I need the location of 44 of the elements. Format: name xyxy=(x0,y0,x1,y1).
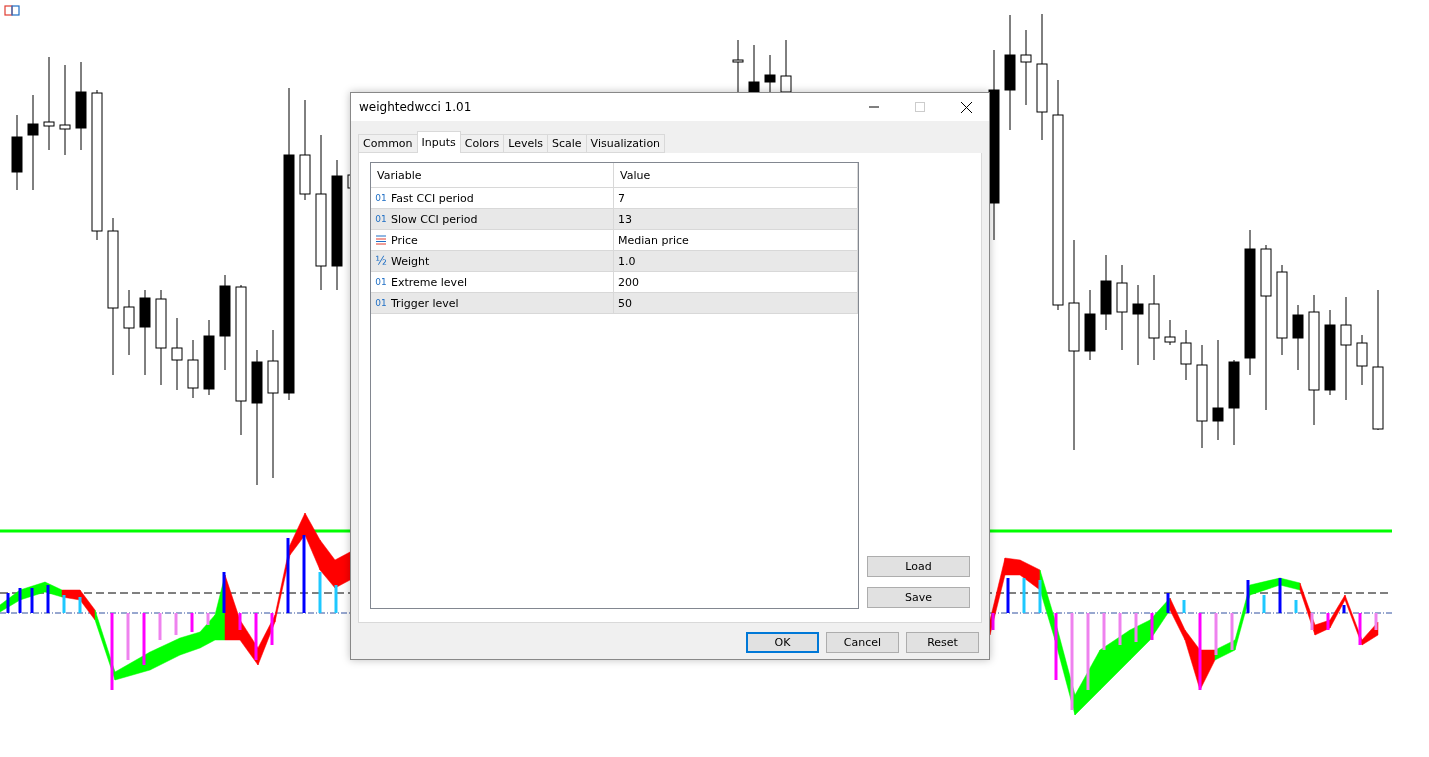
type-icon: ½ xyxy=(375,254,387,268)
variable-cell: Extreme level xyxy=(391,275,467,289)
dialog-button[interactable]: OK xyxy=(746,632,819,653)
candlestick xyxy=(187,339,199,399)
candlestick xyxy=(1164,319,1176,346)
side-button[interactable]: Load xyxy=(867,556,970,577)
candlestick xyxy=(123,289,135,356)
value-cell[interactable]: 1.0 xyxy=(618,254,636,268)
type-icon: 01 xyxy=(375,193,387,203)
type-icon: 01 xyxy=(375,298,387,308)
value-cell[interactable]: 200 xyxy=(618,275,639,289)
value-cell[interactable]: 7 xyxy=(618,191,625,205)
candlestick xyxy=(1180,329,1192,381)
window-title: weightedwcci 1.01 xyxy=(359,100,473,114)
column-header: Variable xyxy=(377,168,422,182)
type-icon: 01 xyxy=(375,214,387,224)
maximize-icon xyxy=(915,102,925,112)
candlestick xyxy=(1084,289,1096,361)
type-icon: 01 xyxy=(375,277,387,287)
candlestick xyxy=(1356,334,1368,386)
variable-cell: Slow CCI period xyxy=(391,212,478,226)
candlestick xyxy=(1292,304,1304,371)
tab[interactable]: Colors xyxy=(459,134,505,153)
column-header: Value xyxy=(620,168,651,182)
candlestick xyxy=(748,44,760,93)
tab[interactable]: Scale xyxy=(547,134,587,153)
value-cell[interactable]: 13 xyxy=(618,212,632,226)
dialog-button[interactable]: Cancel xyxy=(826,632,899,653)
tab[interactable]: Levels xyxy=(503,134,548,153)
side-button[interactable]: Save xyxy=(867,587,970,608)
variable-cell: Weight xyxy=(391,254,430,268)
variable-cell: Price xyxy=(391,233,418,247)
value-cell[interactable]: Median price xyxy=(618,233,689,247)
tab[interactable]: Visualization xyxy=(585,134,666,153)
tab[interactable]: Common xyxy=(358,134,418,153)
close-icon xyxy=(960,101,972,113)
value-cell[interactable]: 50 xyxy=(618,296,632,310)
list-icon xyxy=(375,235,387,245)
dialog-button[interactable]: Reset xyxy=(906,632,979,653)
variable-cell: Trigger level xyxy=(391,296,459,310)
candlestick xyxy=(764,54,776,93)
tab[interactable]: Inputs xyxy=(416,131,461,153)
variable-cell: Fast CCI period xyxy=(391,191,474,205)
app-icon[interactable] xyxy=(4,5,20,16)
